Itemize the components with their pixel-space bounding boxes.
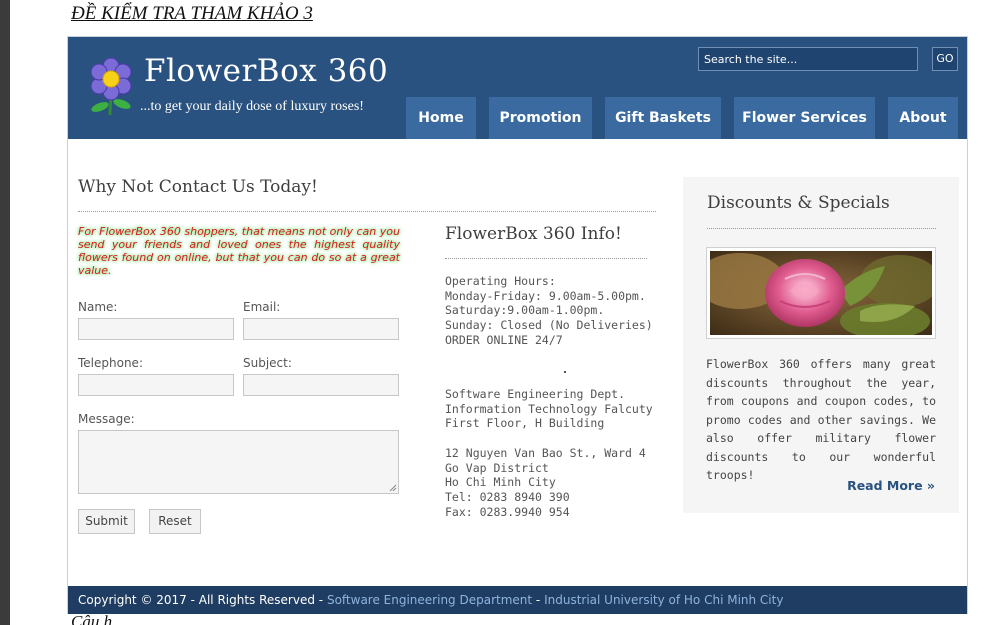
document-heading: ĐỀ KIỂM TRA THAM KHẢO 3 — [71, 3, 313, 24]
submit-button[interactable]: Submit — [78, 509, 135, 534]
site-tagline: ...to get your daily dose of luxury rose… — [140, 99, 364, 114]
message-label: Message: — [78, 412, 135, 426]
nav-home[interactable]: Home — [406, 97, 476, 139]
info-line: Operating Hours: — [445, 274, 556, 288]
operating-hours: Operating Hours: Monday-Friday: 9.00am-5… — [445, 274, 675, 348]
flower-logo-icon — [90, 57, 132, 116]
info-line: ORDER ONLINE 24/7 — [445, 332, 563, 347]
info-line: First Floor, H Building — [445, 416, 605, 431]
subject-field[interactable] — [243, 374, 399, 396]
footer-link-university[interactable]: Industrial University of Ho Chi Minh Cit… — [544, 593, 783, 607]
email-field[interactable] — [243, 318, 399, 340]
message-field[interactable] — [78, 430, 399, 494]
info-line: 12 Nguyen Van Bao St., Ward 4 — [445, 446, 646, 460]
resize-handle-icon[interactable] — [389, 484, 397, 492]
name-label: Name: — [78, 300, 118, 314]
promo-text: For FlowerBox 360 shoppers, that means n… — [78, 225, 400, 277]
footer-copyright: Copyright © 2017 - All Rights Reserved — [78, 593, 315, 607]
rose-image — [695, 251, 940, 339]
info-line: Saturday:9.00am-1.00pm. — [445, 303, 605, 318]
footer-separator: - — [314, 593, 327, 607]
search-input[interactable] — [698, 47, 918, 71]
nav-flower-services[interactable]: Flower Services — [734, 97, 875, 139]
contact-title: Why Not Contact Us Today! — [78, 177, 318, 197]
sidebar-text: FlowerBox 360 offers many great discount… — [706, 357, 936, 482]
discounts-sidebar: Discounts & Specials FlowerBox 360 offer… — [683, 177, 959, 513]
window-edge — [0, 0, 10, 625]
info-line: Software Engineering Dept. — [445, 387, 626, 401]
read-more-link[interactable]: Read More » — [847, 478, 935, 493]
department-info: Software Engineering Dept. Information T… — [445, 387, 675, 431]
email-label: Email: — [243, 300, 281, 314]
divider — [707, 228, 936, 229]
divider — [445, 258, 647, 259]
sidebar-title: Discounts & Specials — [707, 193, 890, 213]
info-line: Tel: 0283 8940 390 — [445, 490, 570, 505]
info-line: Go Vap District — [445, 460, 549, 475]
dot-mark — [564, 371, 566, 373]
address-info: 12 Nguyen Van Bao St., Ward 4 Go Vap Dis… — [445, 446, 675, 520]
footer-separator: - — [532, 593, 545, 607]
telephone-label: Telephone: — [78, 356, 143, 370]
reset-button[interactable]: Reset — [149, 509, 201, 534]
info-line: Information Technology Falcuty — [445, 401, 653, 416]
info-line: Ho Chi Minh City — [445, 475, 556, 490]
name-field[interactable] — [78, 318, 234, 340]
website-frame: FlowerBox 360 ...to get your daily dose … — [67, 36, 968, 614]
site-footer: Copyright © 2017 - All Rights Reserved -… — [68, 586, 967, 614]
subject-label: Subject: — [243, 356, 292, 370]
footer-link-department[interactable]: Software Engineering Department — [327, 593, 532, 607]
site-header: FlowerBox 360 ...to get your daily dose … — [68, 37, 967, 139]
telephone-field[interactable] — [78, 374, 234, 396]
info-title: FlowerBox 360 Info! — [445, 224, 622, 244]
site-title[interactable]: FlowerBox 360 — [144, 53, 388, 89]
nav-gift-baskets[interactable]: Gift Baskets — [605, 97, 721, 139]
rose-photo — [695, 247, 940, 339]
nav-promotion[interactable]: Promotion — [489, 97, 592, 139]
info-line: Monday-Friday: 9.00am-5.00pm. — [445, 288, 646, 303]
info-line: Sunday: Closed (No Deliveries) — [445, 318, 653, 333]
document-caption: Câu h — [71, 612, 113, 625]
search-button[interactable]: GO — [932, 47, 958, 71]
nav-about[interactable]: About — [888, 97, 958, 139]
info-line: Fax: 0283.9940 954 — [445, 504, 570, 519]
divider — [78, 211, 656, 212]
